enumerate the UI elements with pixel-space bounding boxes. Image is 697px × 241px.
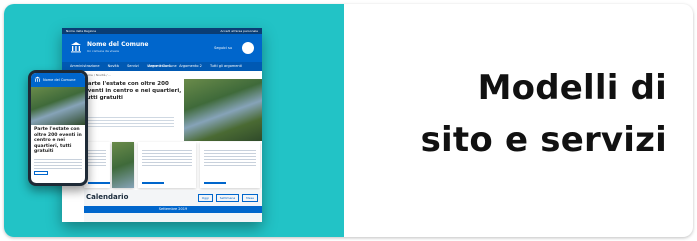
phone-site-name: Nome del Comune [43, 78, 76, 82]
town-hall-icon [34, 76, 41, 82]
card-text-lines [88, 150, 106, 166]
calendar-button-today: Oggi [197, 194, 213, 202]
search-icon [242, 42, 254, 54]
mockup-card-photo [112, 142, 134, 188]
mockup-hero: Parte l'estate con oltre 200 eventi in c… [62, 79, 262, 141]
nav-topic-1: Argomento 1 [148, 64, 172, 68]
card-link [88, 182, 110, 184]
mockup-site-name: Nome del Comune [87, 41, 149, 48]
card-link [204, 182, 226, 184]
mockup-hero-text-lines [84, 117, 174, 127]
calendar-title: Calendario [86, 193, 129, 201]
desktop-mockup: Nome della Regione Accedi all'area perso… [62, 28, 262, 222]
nav-topics: Argomento 1 Argomento 2 Tutti gli argome… [148, 62, 249, 71]
calendar-button-month: Mese [242, 194, 258, 202]
mockup-hero-photo [184, 79, 262, 141]
mockup-breadcrumb: Home / Novità / ... [84, 73, 112, 77]
phone-text-lines [34, 158, 82, 169]
calendar-buttons: Oggi Settimana Mese [196, 194, 258, 202]
nav-item-2: Novità [107, 64, 119, 68]
phone-screen: Nome del Comune Parte l'estate con oltre… [31, 73, 85, 183]
phone-hero-photo [31, 87, 85, 125]
nav-topic-3: Tutti gli argomenti [210, 64, 242, 68]
mockup-card-3 [200, 142, 260, 188]
calendar-month: Settembre 2019 [84, 206, 262, 213]
promo-card: Nome della Regione Accedi all'area perso… [4, 4, 693, 237]
mockup-header: Nome del Comune Un comune da vivere Segu… [62, 34, 262, 62]
phone-button [34, 170, 48, 175]
nav-item-1: Amministrazione [70, 64, 100, 68]
nav-item-3: Servizi [127, 64, 139, 68]
mockup-follow-label: Seguici su [214, 46, 232, 50]
phone-header: Nome del Comune [31, 73, 85, 87]
card-text-lines [142, 150, 192, 166]
town-hall-icon [71, 42, 81, 53]
page-title-line-2: sito e servizi [420, 120, 667, 160]
mockup-calendar: Calendario Oggi Settimana Mese Settembre… [84, 190, 262, 222]
mockup-region-label: Nome della Regione [66, 29, 97, 33]
mockup-cards [84, 142, 262, 188]
phone-mockup: Nome del Comune Parte l'estate con oltre… [28, 70, 88, 186]
calendar-button-week: Settimana [215, 194, 240, 202]
mockup-card-2 [138, 142, 196, 188]
page-title: Modelli di sito e servizi [359, 62, 667, 166]
card-link [142, 182, 164, 184]
nav-topic-2: Argomento 2 [179, 64, 202, 68]
mockup-navbar: Amministrazione Novità Servizi Vivere il… [62, 62, 262, 71]
page-title-line-1: Modelli di [477, 68, 667, 108]
mockup-hero-title: Parte l'estate con oltre 200 eventi in c… [84, 81, 182, 101]
teal-panel: Nome della Regione Accedi all'area perso… [4, 4, 344, 237]
card-text-lines [204, 150, 256, 166]
phone-hero-title: Parte l'estate con oltre 200 eventi in c… [34, 127, 82, 155]
mockup-site-tagline: Un comune da vivere [87, 49, 119, 53]
